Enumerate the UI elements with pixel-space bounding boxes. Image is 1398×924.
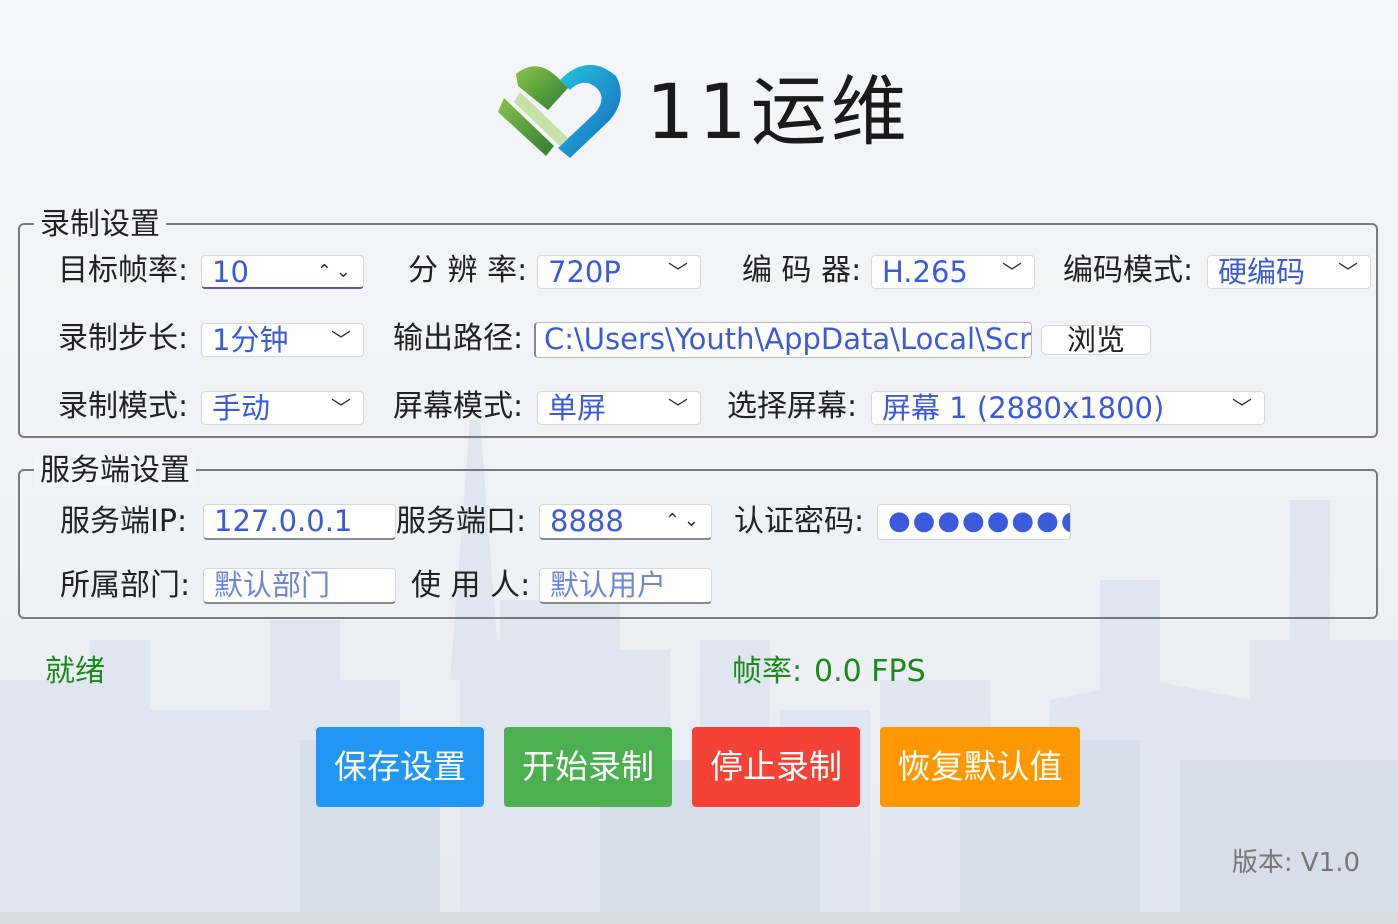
encode-mode-select[interactable]: 硬编码 ﹀ — [1207, 255, 1371, 289]
logo-text: 11运维 — [646, 67, 911, 156]
password-label: 认证密码: — [734, 504, 865, 539]
stop-recording-button[interactable]: 停止录制 — [692, 727, 860, 807]
encode-mode-label: 编码模式: — [1063, 253, 1194, 288]
version-label: 版本: V1.0 — [1231, 848, 1360, 878]
chevron-down-icon: ﹀ — [331, 328, 351, 352]
reset-defaults-button[interactable]: 恢复默认值 — [880, 727, 1080, 807]
recording-settings-title: 录制设置 — [34, 209, 166, 241]
step-value: 1分钟 — [212, 323, 289, 357]
output-path-input[interactable]: C:\Users\Youth\AppData\Local\Scr — [534, 322, 1032, 358]
spinner-arrows-icon[interactable]: ⌃⌄ — [665, 505, 703, 537]
encoder-label: 编 码 器: — [742, 253, 862, 288]
server-port-label: 服务端口: — [396, 504, 527, 539]
server-port-value: 8888 — [550, 504, 624, 538]
record-mode-select[interactable]: 手动 ﹀ — [201, 391, 364, 425]
spinner-arrows-icon[interactable]: ⌃⌄ — [317, 256, 355, 287]
fps-spinbox[interactable]: 10 ⌃⌄ — [201, 255, 364, 289]
step-label: 录制步长: — [58, 321, 189, 356]
password-value: ●●●●●●●● — [888, 506, 1071, 536]
encoder-select[interactable]: H.265 ﹀ — [871, 255, 1035, 289]
server-ip-label: 服务端IP: — [60, 504, 188, 539]
chevron-down-icon: ﹀ — [331, 396, 351, 420]
password-input[interactable]: ●●●●●●●● — [877, 504, 1071, 540]
user-placeholder: 默认用户 — [550, 568, 667, 602]
chevron-down-icon: ﹀ — [1002, 260, 1022, 284]
chevron-down-icon: ﹀ — [1338, 260, 1358, 284]
resolution-select[interactable]: 720P ﹀ — [537, 255, 701, 289]
department-label: 所属部门: — [60, 568, 191, 603]
select-screen-label: 选择屏幕: — [727, 389, 858, 424]
user-input[interactable]: 默认用户 — [539, 568, 712, 604]
status-text: 就绪 — [45, 654, 105, 689]
save-settings-button[interactable]: 保存设置 — [316, 727, 484, 807]
main-panel: 11运维 录制设置 目标帧率: 10 ⌃⌄ 分 辨 率: 720P ﹀ 编 码 … — [0, 0, 1398, 924]
screen-mode-select[interactable]: 单屏 ﹀ — [537, 391, 701, 425]
server-ip-input[interactable]: 127.0.0.1 — [203, 504, 396, 540]
fps-status-label: 帧率: — [732, 654, 803, 689]
resolution-label: 分 辨 率: — [408, 253, 528, 288]
select-screen-value: 屏幕 1 (2880x1800) — [882, 391, 1165, 425]
server-ip-value: 127.0.0.1 — [214, 504, 353, 538]
chevron-down-icon: ﹀ — [1232, 396, 1252, 420]
screen-mode-label: 屏幕模式: — [393, 389, 524, 424]
select-screen-select[interactable]: 屏幕 1 (2880x1800) ﹀ — [871, 391, 1265, 425]
screen-mode-value: 单屏 — [548, 391, 607, 425]
resolution-value: 720P — [548, 255, 621, 289]
fps-status-value: 0.0 FPS — [814, 654, 926, 689]
output-path-label: 输出路径: — [393, 321, 524, 356]
output-path-value: C:\Users\Youth\AppData\Local\Scr — [544, 322, 1032, 356]
app-logo: 11运维 — [498, 58, 907, 168]
heart-logo-icon — [498, 64, 621, 158]
chevron-down-icon: ﹀ — [668, 260, 688, 284]
record-mode-value: 手动 — [212, 391, 271, 425]
record-mode-label: 录制模式: — [58, 389, 189, 424]
start-recording-button[interactable]: 开始录制 — [504, 727, 672, 807]
server-settings-title: 服务端设置 — [34, 455, 196, 487]
encoder-value: H.265 — [882, 255, 968, 289]
app-window: 11运维 录制设置 目标帧率: 10 ⌃⌄ 分 辨 率: 720P ﹀ 编 码 … — [0, 0, 1398, 924]
browse-button[interactable]: 浏览 — [1041, 325, 1151, 355]
step-select[interactable]: 1分钟 ﹀ — [201, 323, 364, 357]
user-label: 使 用 人: — [411, 568, 531, 603]
encode-mode-value: 硬编码 — [1218, 255, 1306, 289]
chevron-down-icon: ﹀ — [668, 396, 688, 420]
server-port-spinbox[interactable]: 8888 ⌃⌄ — [539, 504, 712, 540]
fps-label: 目标帧率: — [58, 253, 189, 288]
fps-value: 10 — [212, 255, 249, 289]
department-placeholder: 默认部门 — [214, 568, 331, 602]
department-input[interactable]: 默认部门 — [203, 568, 396, 604]
